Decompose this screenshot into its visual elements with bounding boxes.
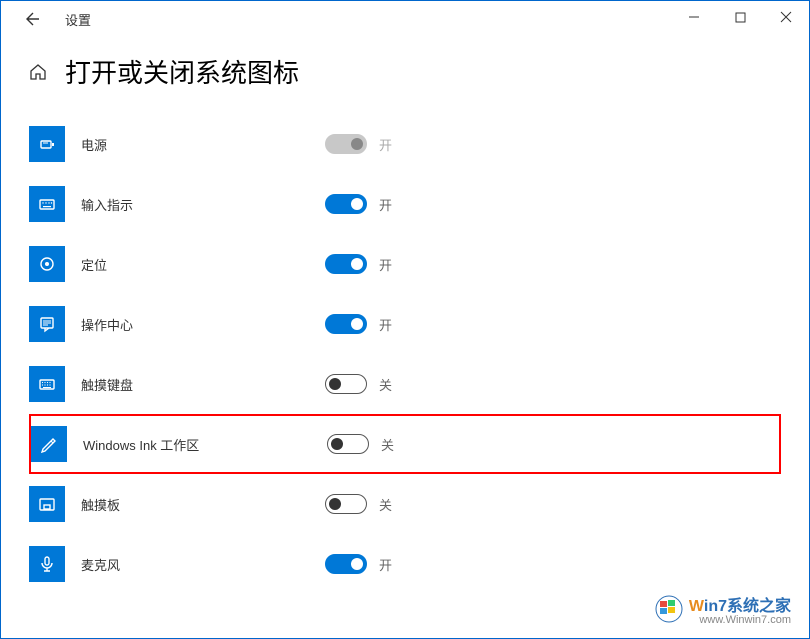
watermark-line1: Win7系统之家 (689, 592, 791, 616)
toggle-wrap: 开 (325, 254, 392, 274)
microphone-icon (29, 546, 65, 582)
back-button[interactable] (19, 5, 47, 33)
window-controls (671, 1, 809, 33)
setting-row-touchpad: 触摸板 关 (29, 474, 781, 534)
minimize-button[interactable] (671, 1, 717, 33)
toggle-wrap: 开 (325, 194, 392, 214)
toggle-state-text: 关 (379, 375, 392, 394)
location-icon (29, 246, 65, 282)
back-arrow-icon (25, 11, 41, 27)
toggle-switch[interactable] (325, 194, 367, 214)
maximize-icon (735, 12, 746, 23)
toggle-state-text: 关 (379, 495, 392, 514)
page-header: 打开或关闭系统图标 (29, 53, 781, 90)
toggle-wrap: 关 (327, 434, 394, 454)
watermark: Win7系统之家 www.Winwin7.com (655, 592, 791, 626)
setting-row-keyboard-ime: 输入指示 开 (29, 174, 781, 234)
watermark-logo-icon (655, 595, 683, 623)
toggle-state-text: 开 (379, 555, 392, 574)
setting-label: 电源 (81, 135, 281, 154)
page-title: 打开或关闭系统图标 (65, 53, 299, 90)
minimize-icon (688, 11, 700, 23)
setting-label: 触摸板 (81, 495, 281, 514)
toggle-wrap: 关 (325, 494, 392, 514)
windows-ink-icon (31, 426, 67, 462)
toggle-switch[interactable] (325, 314, 367, 334)
setting-label: 触摸键盘 (81, 375, 281, 394)
toggle-wrap: 关 (325, 374, 392, 394)
watermark-line2: www.Winwin7.com (689, 614, 791, 626)
toggle-switch[interactable] (325, 374, 367, 394)
toggle-wrap: 开 (325, 134, 392, 154)
toggle-state-text: 开 (379, 255, 392, 274)
toggle-wrap: 开 (325, 314, 392, 334)
toggle-switch[interactable] (327, 434, 369, 454)
toggle-switch (325, 134, 367, 154)
setting-row-touch-keyboard: 触摸键盘 关 (29, 354, 781, 414)
action-center-icon (29, 306, 65, 342)
setting-row-microphone: 麦克风 开 (29, 534, 781, 594)
touchpad-icon (29, 486, 65, 522)
toggle-state-text: 开 (379, 135, 392, 154)
home-icon[interactable] (29, 63, 47, 81)
close-button[interactable] (763, 1, 809, 33)
toggle-wrap: 开 (325, 554, 392, 574)
touch-keyboard-icon (29, 366, 65, 402)
setting-label: 操作中心 (81, 315, 281, 334)
window-title: 设置 (65, 10, 91, 29)
setting-label: Windows Ink 工作区 (83, 435, 283, 454)
power-icon (29, 126, 65, 162)
setting-label: 输入指示 (81, 195, 281, 214)
keyboard-ime-icon (29, 186, 65, 222)
setting-label: 定位 (81, 255, 281, 274)
titlebar: 设置 (1, 1, 809, 37)
toggle-state-text: 开 (379, 315, 392, 334)
toggle-state-text: 开 (379, 195, 392, 214)
close-icon (780, 11, 792, 23)
content-area: 打开或关闭系统图标 电源开输入指示开定位开操作中心开触摸键盘关Windows I… (1, 37, 809, 594)
setting-row-power: 电源 开 (29, 114, 781, 174)
setting-row-action-center: 操作中心 开 (29, 294, 781, 354)
maximize-button[interactable] (717, 1, 763, 33)
setting-row-windows-ink: Windows Ink 工作区 关 (29, 414, 781, 474)
setting-row-location: 定位 开 (29, 234, 781, 294)
setting-label: 麦克风 (81, 555, 281, 574)
toggle-state-text: 关 (381, 435, 394, 454)
toggle-switch[interactable] (325, 254, 367, 274)
settings-list: 电源开输入指示开定位开操作中心开触摸键盘关Windows Ink 工作区关触摸板… (29, 114, 781, 594)
toggle-switch[interactable] (325, 494, 367, 514)
toggle-switch[interactable] (325, 554, 367, 574)
